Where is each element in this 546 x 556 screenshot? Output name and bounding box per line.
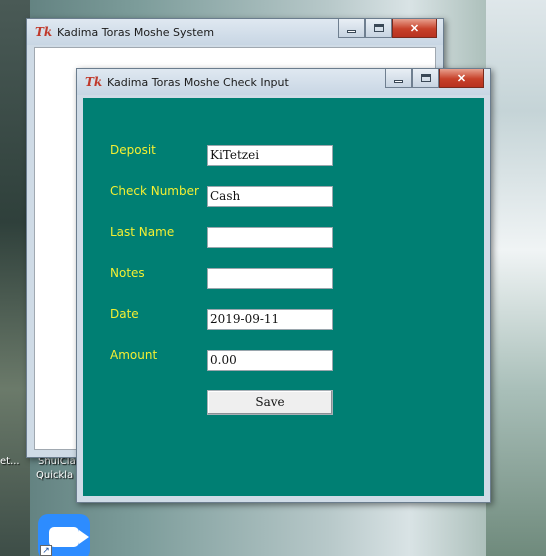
maximize-icon: [420, 74, 431, 82]
tk-logo-icon: Tk: [85, 75, 103, 89]
shortcut-arrow-icon: ↗: [40, 545, 52, 556]
date-input[interactable]: 2019-09-11: [207, 309, 333, 330]
check-number-input[interactable]: Cash: [207, 186, 333, 207]
minimize-icon: [347, 29, 356, 33]
window-controls: ✕: [338, 19, 437, 38]
amount-input[interactable]: 0.00: [207, 350, 333, 371]
check-input-form: Deposit KiTetzei Check Number Cash Last …: [83, 98, 484, 496]
desktop-right-waterfall: [486, 0, 546, 556]
video-camera-icon: [49, 527, 89, 547]
check-input-window[interactable]: Tk Kadima Toras Moshe Check Input ✕ Depo…: [76, 68, 491, 503]
minimize-icon: [394, 79, 403, 83]
deposit-input[interactable]: KiTetzei: [207, 145, 333, 166]
desktop-icon-label[interactable]: Quickla: [36, 470, 73, 481]
notes-label: Notes: [110, 266, 145, 280]
last-name-label: Last Name: [110, 225, 175, 239]
window-title: Kadima Toras Moshe System: [57, 25, 215, 39]
notes-input[interactable]: [207, 268, 333, 289]
window-title: Kadima Toras Moshe Check Input: [107, 75, 289, 89]
desktop-icon-label[interactable]: et...: [0, 456, 20, 467]
close-icon: ✕: [409, 22, 420, 35]
date-label: Date: [110, 307, 139, 321]
save-button[interactable]: Save: [207, 390, 333, 415]
last-name-input[interactable]: [207, 227, 333, 248]
maximize-button[interactable]: [365, 19, 392, 38]
tk-logo-icon: Tk: [35, 25, 53, 39]
window-controls: ✕: [385, 69, 484, 88]
check-number-label: Check Number: [110, 184, 199, 198]
maximize-icon: [373, 24, 384, 32]
amount-label: Amount: [110, 348, 158, 362]
minimize-button[interactable]: [338, 19, 365, 38]
close-button[interactable]: ✕: [439, 69, 484, 88]
close-icon: ✕: [456, 72, 467, 85]
close-button[interactable]: ✕: [392, 19, 437, 38]
deposit-label: Deposit: [110, 143, 156, 157]
minimize-button[interactable]: [385, 69, 412, 88]
maximize-button[interactable]: [412, 69, 439, 88]
